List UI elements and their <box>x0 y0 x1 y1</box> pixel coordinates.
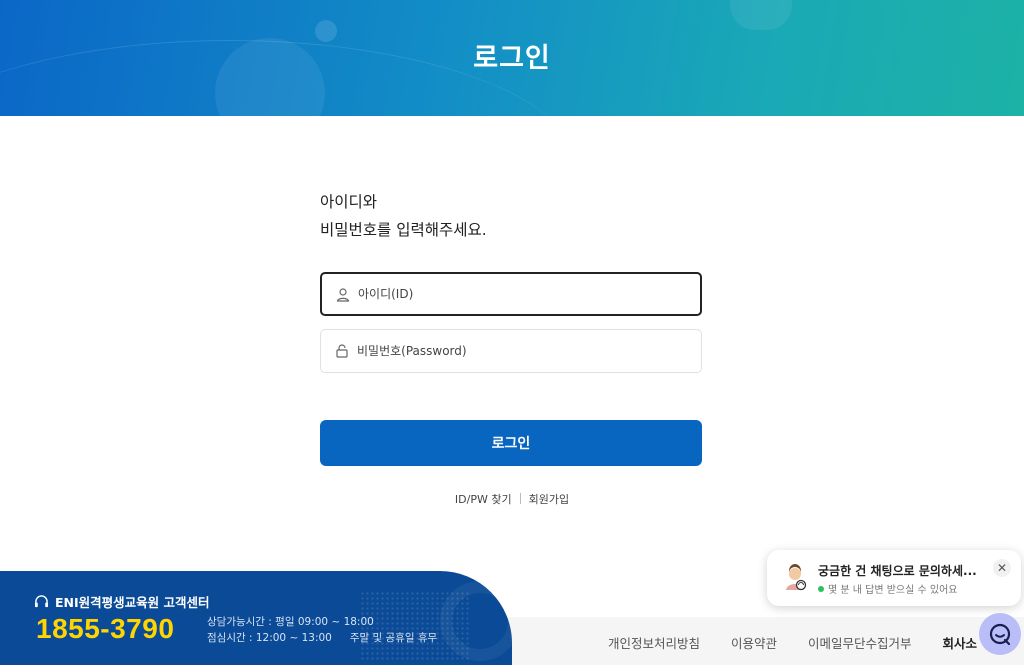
chat-status: 몇 분 내 답변 받으실 수 있어요 <box>818 581 957 596</box>
instruction-line-2: 비밀번호를 입력해주세요. <box>320 221 487 239</box>
page-title: 로그인 <box>473 43 551 74</box>
business-hours: 상담가능시간 : 평일 09:00 ~ 18:00 <box>207 616 374 628</box>
id-input[interactable] <box>358 274 688 314</box>
account-links: ID/PW 찾기 회원가입 <box>0 491 1024 507</box>
privacy-policy-link[interactable]: 개인정보처리방침 <box>608 636 700 651</box>
id-field[interactable] <box>320 272 702 316</box>
password-input[interactable] <box>357 330 687 372</box>
decor-ring <box>440 581 512 661</box>
lunch-hours-line: 점심시간 : 12:00 ~ 13:00 주말 및 공휴일 휴무 <box>207 630 437 646</box>
customer-center-hours: 상담가능시간 : 평일 09:00 ~ 18:00 점심시간 : 12:00 ~… <box>207 614 437 646</box>
instruction-line-1: 아이디와 <box>320 193 378 211</box>
signup-link[interactable]: 회원가입 <box>529 493 569 506</box>
agent-avatar-icon <box>786 564 807 591</box>
headset-icon <box>34 594 49 607</box>
email-refusal-link[interactable]: 이메일무단수집거부 <box>808 636 912 651</box>
company-info-link[interactable]: 회사소 <box>943 636 978 651</box>
online-indicator <box>818 586 824 592</box>
customer-center-name: ENI원격평생교육원 고객센터 <box>55 595 210 610</box>
chat-status-text: 몇 분 내 답변 받으실 수 있어요 <box>828 585 958 596</box>
terms-link[interactable]: 이용약관 <box>731 636 777 651</box>
close-icon[interactable]: ✕ <box>993 559 1011 577</box>
login-button[interactable]: 로그인 <box>320 420 702 466</box>
password-field[interactable] <box>320 329 702 373</box>
link-divider <box>519 493 521 504</box>
chat-popup[interactable]: 궁금한 건 채팅으로 문의하세... 몇 분 내 답변 받으실 수 있어요 ✕ <box>767 550 1021 606</box>
user-icon <box>336 288 350 302</box>
chat-message: 궁금한 건 채팅으로 문의하세... <box>818 564 977 578</box>
chat-icon <box>989 623 1011 646</box>
customer-center-phone: 1855-3790 <box>36 613 175 644</box>
chat-launcher-button[interactable] <box>979 613 1021 655</box>
holiday-notice: 주말 및 공휴일 휴무 <box>349 632 438 644</box>
lunch-hours: 점심시간 : 12:00 ~ 13:00 <box>207 632 332 644</box>
page-header-banner: 로그인 <box>0 0 1024 116</box>
footer-links: 개인정보처리방침 이용약관 이메일무단수집거부 회사소 <box>608 633 1008 652</box>
customer-center-box: ENI원격평생교육원 고객센터 1855-3790 상담가능시간 : 평일 09… <box>0 571 512 665</box>
lock-icon <box>336 344 348 358</box>
decor-bubble <box>730 0 792 30</box>
login-instructions: 아이디와 비밀번호를 입력해주세요. <box>320 188 487 244</box>
customer-center-title: ENI원격평생교육원 고객센터 <box>34 592 210 611</box>
find-id-pw-link[interactable]: ID/PW 찾기 <box>455 493 512 506</box>
